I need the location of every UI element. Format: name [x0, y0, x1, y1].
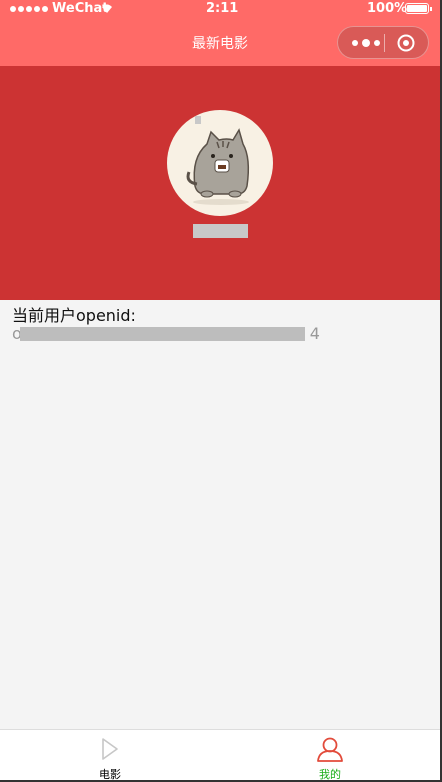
tab-movies[interactable]: 电影 — [0, 730, 220, 781]
status-bar: WeChat 2:11 100% — [0, 0, 440, 18]
nav-bar: 最新电影 — [0, 18, 440, 66]
user-nickname: xxxx — [193, 224, 248, 238]
openid-redaction — [20, 327, 305, 341]
tab-label-mine: 我的 — [319, 768, 341, 781]
wifi-icon — [102, 4, 112, 13]
battery-percent: 100% — [367, 1, 408, 16]
openid-label: 当前用户openid: — [12, 306, 136, 325]
tab-label-movies: 电影 — [99, 768, 121, 781]
record-close-icon[interactable] — [397, 34, 415, 52]
person-icon — [317, 737, 343, 762]
tab-mine[interactable]: 我的 — [220, 730, 440, 781]
avatar[interactable] — [167, 110, 273, 216]
carrier-name: WeChat — [52, 1, 109, 16]
capsule-menu — [337, 26, 429, 59]
play-icon — [102, 738, 118, 760]
mini-program-screen: WeChat 2:11 100% 最新电影 当前用户openid: o 4 电影… — [0, 0, 442, 782]
capsule-divider — [384, 34, 385, 52]
battery-icon — [405, 3, 432, 14]
openid-value-end: 4 — [309, 324, 320, 343]
redacted-mark — [195, 116, 201, 124]
tab-bar: 电影 我的 — [0, 729, 440, 781]
cat-avatar-image — [186, 128, 250, 205]
status-time: 2:11 — [206, 1, 239, 16]
signal-icon — [10, 6, 48, 12]
more-dots-icon[interactable] — [350, 37, 382, 49]
